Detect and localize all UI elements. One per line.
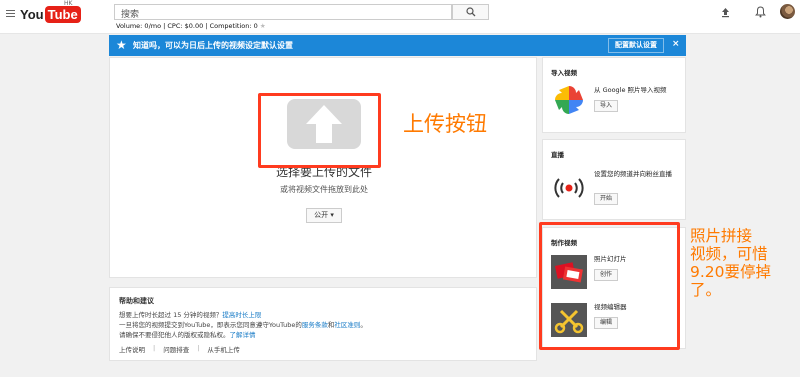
live-card: 直播 设置您的频道并向粉丝直播 开始 [542,139,686,220]
logo-tube-text: Tube [44,6,81,23]
keyword-volume-text: Volume: 0/mo | CPC: $0.00 | Competition:… [116,22,266,30]
star-icon: ★ [116,38,127,52]
help-period: 。 [360,321,367,329]
create-annotation-box [539,222,680,350]
learn-more-link[interactable]: 了解详情 [230,331,256,339]
star-icon[interactable]: ★ [260,22,266,30]
import-card: 导入视频 从 Google 照片导入视频 导入 [542,57,686,133]
region-label: HK [64,0,73,7]
start-live-button[interactable]: 开始 [594,193,619,205]
increase-limit-link[interactable]: 提高时长上限 [222,311,261,319]
help-line-duration: 想要上传时长超过 15 分钟的视频？提高时长上限 [119,309,261,319]
help-line-terms: 一旦将您的视频提交到YouTube，即表示您同意遵守YouTube的服务条款和社… [119,319,367,329]
google-photos-icon [555,86,583,114]
bell-icon[interactable] [755,6,766,18]
live-card-text: 设置您的频道并向粉丝直播 [594,170,672,178]
privacy-dropdown[interactable]: 公开 ▾ [306,208,342,223]
live-card-title: 直播 [551,151,564,159]
chevron-down-icon: ▾ [330,211,334,219]
configure-defaults-button[interactable]: 配置默认设置 [608,38,664,53]
community-guidelines-link[interactable]: 社区准则 [334,321,360,329]
upload-icon[interactable] [720,7,731,18]
side-annotation-line-3: 9.20要停掉 [690,263,772,281]
upload-annotation-text: 上传按钮 [403,112,487,136]
search-icon [466,7,476,17]
volume-text: Volume: 0/mo | CPC: $0.00 | Competition:… [116,22,258,30]
search-button[interactable] [452,4,489,20]
help-links: 上传说明 | 问题排查 | 从手机上传 [119,344,240,354]
side-annotation-line-2: 视频，可惜 [690,245,768,263]
import-button[interactable]: 导入 [594,100,619,112]
import-card-title: 导入视频 [551,69,577,77]
mobile-upload-link[interactable]: 从手机上传 [207,344,240,354]
terms-of-service-link[interactable]: 服务条款 [302,321,328,329]
live-broadcast-icon [554,178,584,198]
search-input[interactable]: 搜索 [114,4,452,20]
help-title: 帮助和建议 [119,297,154,305]
youtube-logo[interactable]: You Tube [20,6,81,23]
privacy-label: 公开 [314,211,329,219]
troubleshooting-link[interactable]: 问题排查 [163,344,189,354]
upload-annotation-box [258,93,381,168]
help-duration-text: 想要上传时长超过 15 分钟的视频？ [119,311,223,319]
menu-icon[interactable] [6,10,15,18]
upload-subtitle: 或将视频文件拖放到此处 [280,185,368,194]
help-copyright-text: 请确保不要侵犯他人的版权或隐私权。 [119,331,230,339]
help-line-copyright: 请确保不要侵犯他人的版权或隐私权。了解详情 [119,329,256,339]
upload-instructions-link[interactable]: 上传说明 [119,344,145,354]
help-terms-text: 一旦将您的视频提交到YouTube，即表示您同意遵守YouTube的 [119,321,302,329]
side-annotation-line-4: 了。 [690,281,722,299]
close-icon[interactable]: × [672,39,680,49]
side-annotation-line-1: 照片拼接 [690,227,753,245]
banner-text: 知道吗，可以为日后上传的视频设定默认设置 [133,41,293,50]
logo-you-text: You [20,7,44,22]
side-annotation: 照片拼接 视频，可惜 9.20要停掉 了。 [690,227,771,299]
avatar[interactable] [780,4,795,19]
help-panel: 帮助和建议 想要上传时长超过 15 分钟的视频？提高时长上限 一旦将您的视频提交… [109,287,537,361]
default-settings-banner: ★ 知道吗，可以为日后上传的视频设定默认设置 配置默认设置 × [109,35,686,56]
top-bar: You Tube HK 搜索 Volume: 0/mo | CPC: $0.00… [0,0,800,34]
import-card-text: 从 Google 照片导入视频 [594,86,667,94]
